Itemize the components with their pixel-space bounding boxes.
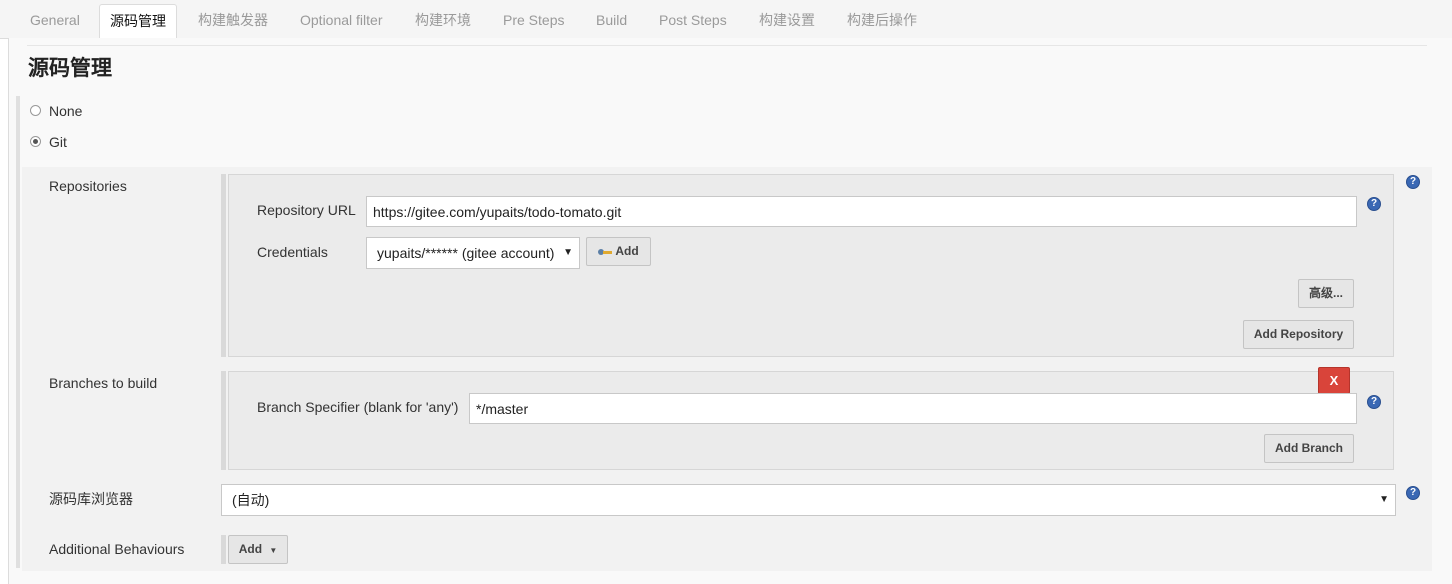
- tab-build-environment[interactable]: 构建环境: [415, 4, 471, 38]
- repository-browser-help-icon[interactable]: ?: [1406, 486, 1420, 500]
- section-divider: [27, 45, 1427, 46]
- additional-behaviours-label: Additional Behaviours: [49, 541, 185, 557]
- repository-url-help-icon[interactable]: ?: [1367, 197, 1381, 211]
- radio-none[interactable]: [30, 104, 41, 116]
- tab-post-steps[interactable]: Post Steps: [659, 4, 727, 38]
- tab-build[interactable]: Build: [596, 4, 627, 38]
- advanced-button[interactable]: 高级...: [1298, 279, 1354, 308]
- repositories-bar: [221, 174, 226, 357]
- repositories-help-icon[interactable]: ?: [1406, 175, 1420, 189]
- scm-option-git-label: Git: [49, 134, 67, 150]
- delete-branch-button[interactable]: X: [1318, 367, 1350, 394]
- repositories-label: Repositories: [49, 178, 127, 194]
- chevron-down-icon: ▼: [1379, 494, 1389, 505]
- add-branch-button[interactable]: Add Branch: [1264, 434, 1354, 463]
- tab-post-build-actions[interactable]: 构建后操作: [847, 4, 917, 38]
- branch-specifier-label: Branch Specifier (blank for 'any'): [257, 399, 459, 415]
- section-indent-bar: [16, 96, 20, 568]
- credentials-label: Credentials: [257, 244, 328, 260]
- repository-url-input[interactable]: [366, 196, 1357, 227]
- key-icon: [598, 248, 613, 256]
- repository-browser-label: 源码库浏览器: [49, 491, 133, 507]
- scm-option-none[interactable]: None: [30, 100, 82, 122]
- credentials-select-value: yupaits/****** (gitee account): [377, 245, 555, 261]
- credentials-select[interactable]: yupaits/****** (gitee account) ▼: [366, 237, 580, 269]
- add-repository-button[interactable]: Add Repository: [1243, 320, 1354, 349]
- repository-browser-select[interactable]: (自动) ▼: [221, 484, 1396, 516]
- repository-browser-value: (自动): [232, 492, 270, 508]
- tab-optional-filter[interactable]: Optional filter: [300, 4, 382, 38]
- branches-bar: [221, 371, 226, 470]
- add-credentials-label: Add: [615, 244, 639, 258]
- chevron-down-icon: ▼: [563, 247, 573, 258]
- add-behaviour-label: Add: [238, 542, 263, 556]
- add-behaviour-button[interactable]: Add ▼: [228, 535, 288, 564]
- radio-git[interactable]: [30, 135, 41, 147]
- config-tab-bar: General 源码管理 构建触发器 Optional filter 构建环境 …: [0, 0, 1452, 39]
- branch-specifier-help-icon[interactable]: ?: [1367, 395, 1381, 409]
- repository-url-label: Repository URL: [257, 202, 356, 218]
- add-credentials-button[interactable]: Add: [586, 237, 651, 266]
- tab-source-code-management[interactable]: 源码管理: [99, 4, 177, 39]
- branches-label: Branches to build: [49, 375, 158, 391]
- scm-option-git[interactable]: Git: [30, 131, 67, 153]
- behaviours-bar: [221, 535, 226, 564]
- section-title: 源码管理: [28, 57, 112, 80]
- scm-option-none-label: None: [49, 103, 83, 119]
- chevron-down-icon: ▼: [269, 546, 278, 555]
- branch-specifier-input[interactable]: [469, 393, 1357, 424]
- tab-general[interactable]: General: [30, 4, 80, 38]
- tab-build-settings[interactable]: 构建设置: [759, 4, 815, 38]
- tab-pre-steps[interactable]: Pre Steps: [503, 4, 564, 38]
- tab-build-triggers[interactable]: 构建触发器: [198, 4, 268, 38]
